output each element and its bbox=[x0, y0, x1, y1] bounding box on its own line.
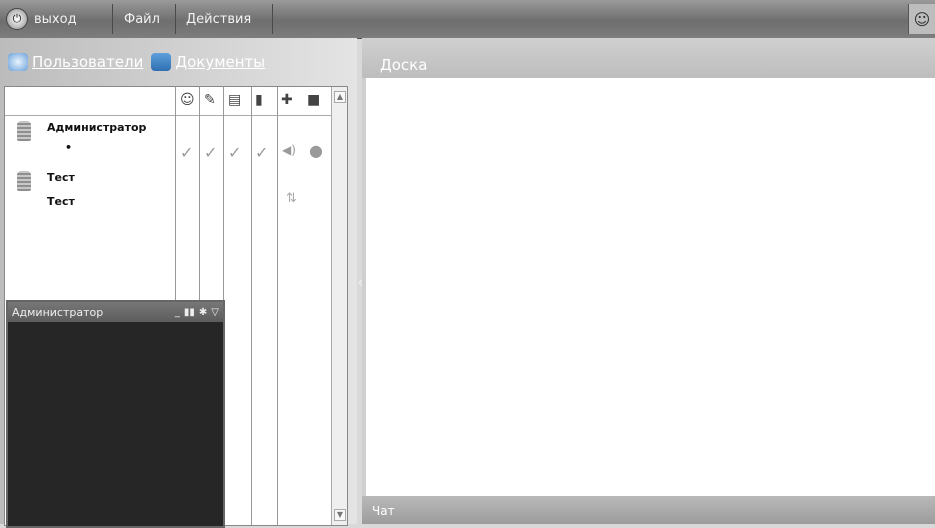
video-window[interactable]: Администратор _ ▮▮ ✱ ▽ bbox=[6, 300, 225, 528]
users-list-scrollbar[interactable]: ▲ ▼ bbox=[331, 87, 347, 525]
video-window-controls: _ ▮▮ ✱ ▽ bbox=[175, 307, 219, 318]
left-tabs: Пользователи Документы bbox=[0, 38, 357, 86]
users-tab-icon bbox=[8, 53, 28, 71]
video-window-titlebar[interactable]: Администратор _ ▮▮ ✱ ▽ bbox=[8, 302, 223, 322]
users-icon: ☺ bbox=[913, 9, 931, 29]
swap-icon[interactable]: ⇅ bbox=[286, 191, 297, 206]
exit-label: выход bbox=[34, 11, 77, 27]
menu-divider bbox=[272, 4, 273, 34]
menu-divider bbox=[112, 4, 113, 34]
whiteboard-title: Доска bbox=[380, 56, 428, 74]
user-name: Тест bbox=[47, 171, 75, 184]
tab-users[interactable]: Пользователи bbox=[8, 53, 143, 71]
check-icon[interactable]: ✓ bbox=[180, 143, 193, 162]
video-window-title: Администратор bbox=[12, 305, 104, 319]
tab-users-label: Пользователи bbox=[32, 53, 144, 71]
chat-bar[interactable]: Чат bbox=[362, 496, 935, 524]
check-icon[interactable]: ✓ bbox=[255, 143, 268, 162]
scroll-up-arrow[interactable]: ▲ bbox=[334, 91, 346, 103]
settings-icon[interactable]: ✱ bbox=[199, 307, 207, 318]
documents-tab-icon bbox=[151, 53, 172, 71]
power-icon: ⏻ bbox=[6, 8, 28, 30]
actions-menu[interactable]: Действия bbox=[186, 6, 251, 32]
user-status: • bbox=[65, 141, 73, 154]
user-avatar-icon bbox=[17, 171, 31, 191]
users-icon[interactable]: ☺ bbox=[180, 92, 195, 108]
user-name: Администратор bbox=[47, 121, 147, 134]
actions-menu-label: Действия bbox=[186, 11, 252, 27]
check-icon[interactable]: ✓ bbox=[204, 143, 217, 162]
whiteboard-canvas[interactable] bbox=[366, 78, 935, 496]
whiteboard-icon[interactable]: ▤ bbox=[228, 92, 241, 108]
minimize-icon[interactable]: _ bbox=[175, 307, 180, 318]
document-icon[interactable]: ▮ bbox=[255, 92, 263, 108]
tab-documents-label: Документы bbox=[175, 53, 266, 71]
pencil-icon[interactable]: ✎ bbox=[204, 92, 216, 108]
pause-icon[interactable]: ▮▮ bbox=[184, 307, 195, 318]
list-item-user[interactable]: Администратор • ✓ ✓ ✓ ✓ ◀) ● bbox=[5, 117, 331, 169]
users-toggle-button[interactable]: ☺ bbox=[908, 4, 935, 34]
check-icon[interactable]: ✓ bbox=[228, 143, 241, 162]
list-item-user[interactable]: Тест Тест ⇅ bbox=[5, 171, 331, 219]
file-menu-label: Файл bbox=[124, 11, 160, 27]
left-panel: Пользователи Документы ☺ ✎ ▤ ▮ ✚ ■ Админ… bbox=[0, 38, 357, 528]
top-menu-bar: ⏻ выход Файл Действия ☺ bbox=[0, 0, 935, 39]
user-status: Тест bbox=[47, 195, 75, 208]
microphone-icon[interactable]: ✚ bbox=[281, 92, 293, 108]
chat-label: Чат bbox=[372, 504, 395, 518]
menu-divider bbox=[175, 4, 176, 34]
close-icon[interactable]: ▽ bbox=[211, 307, 219, 318]
user-avatar-icon bbox=[17, 121, 31, 141]
record-icon[interactable]: ● bbox=[309, 141, 323, 160]
exit-button[interactable]: ⏻ выход bbox=[6, 6, 77, 32]
whiteboard-panel: Доска Чат bbox=[362, 38, 935, 524]
file-menu[interactable]: Файл bbox=[124, 6, 160, 32]
tab-documents[interactable]: Документы bbox=[151, 53, 265, 71]
whiteboard-header: Доска bbox=[362, 38, 935, 78]
scroll-down-arrow[interactable]: ▼ bbox=[334, 509, 346, 521]
speaker-icon[interactable]: ◀) bbox=[282, 143, 296, 157]
camera-icon[interactable]: ■ bbox=[307, 92, 320, 108]
